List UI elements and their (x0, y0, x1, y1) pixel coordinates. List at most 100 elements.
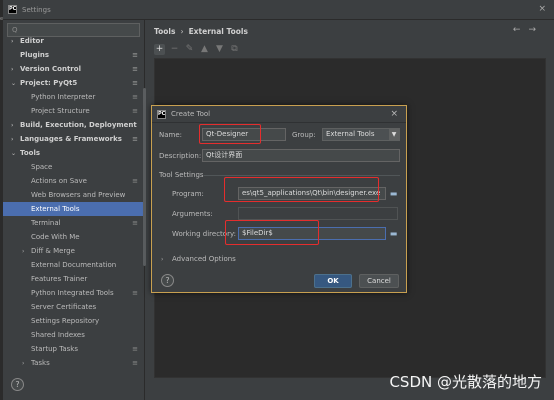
chevron-right-icon[interactable]: › (11, 136, 13, 143)
sidebar-item-label: Editor (20, 37, 44, 45)
breadcrumb-current: External Tools (188, 27, 248, 36)
breadcrumb-separator: › (180, 27, 184, 36)
sidebar-item[interactable]: Space (3, 160, 144, 174)
dialog-close-icon[interactable]: × (390, 109, 398, 119)
sidebar-item-label: Version Control (20, 65, 81, 73)
project-settings-icon: ≡ (132, 177, 138, 185)
sidebar-item[interactable]: Plugins ≡ (3, 48, 144, 62)
group-value: External Tools (326, 130, 375, 138)
chevron-down-icon[interactable]: ⌄ (11, 150, 16, 157)
sidebar-item[interactable]: Python Integrated Tools ≡ (3, 286, 144, 300)
move-down-button[interactable]: ▼ (214, 44, 225, 55)
chevron-right-icon[interactable]: › (11, 66, 13, 73)
add-tool-button[interactable]: + (154, 44, 165, 55)
move-up-button[interactable]: ▲ (199, 44, 210, 55)
project-settings-icon: ≡ (132, 289, 138, 297)
project-settings-icon: ≡ (132, 219, 138, 227)
working-directory-field[interactable]: $FileDir$ (238, 227, 386, 240)
sidebar-item[interactable]: Settings Repository (3, 314, 144, 328)
program-field[interactable]: es\qt5_applications\Qt\bin\designer.exe (238, 187, 386, 200)
sidebar-item[interactable]: › Build, Execution, Deployment (3, 118, 144, 132)
group-divider (204, 175, 400, 176)
sidebar-item-label: Space (31, 163, 53, 171)
sidebar-item[interactable]: ⌄ Project: PyQt5 ≡ (3, 76, 144, 90)
window-title: Settings (22, 5, 51, 14)
copy-tool-button[interactable]: ⧉ (229, 44, 240, 55)
sidebar-item[interactable]: Features Trainer (3, 272, 144, 286)
sidebar-item[interactable]: › Diff & Merge (3, 244, 144, 258)
sidebar-item-label: Web Browsers and Preview (31, 191, 126, 199)
sidebar-item[interactable]: Web Browsers and Preview (3, 188, 144, 202)
chevron-down-icon[interactable]: ⌄ (11, 80, 16, 87)
sidebar-item[interactable]: Terminal ≡ (3, 216, 144, 230)
sidebar-item[interactable]: Actions on Save ≡ (3, 174, 144, 188)
sidebar-item-label: Terminal (31, 219, 61, 227)
sidebar-item-label: Actions on Save (31, 177, 87, 185)
pycharm-logo-icon: PC (8, 5, 17, 14)
chevron-right-icon[interactable]: › (11, 38, 13, 45)
sidebar-item[interactable]: Python Interpreter ≡ (3, 90, 144, 104)
dialog-help-icon[interactable]: ? (161, 274, 174, 287)
advanced-options-toggle[interactable]: Advanced Options (172, 255, 236, 263)
cancel-button[interactable]: Cancel (359, 274, 399, 288)
tools-toolbar: + − ✎ ▲ ▼ ⧉ (154, 44, 240, 55)
chevron-right-icon[interactable]: › (22, 360, 24, 367)
sidebar-item[interactable]: › Editor (3, 34, 144, 48)
sidebar-item-label: Python Interpreter (31, 93, 96, 101)
group-select[interactable]: External Tools ▼ (322, 128, 400, 141)
tool-settings-label: Tool Settings (159, 171, 204, 179)
arguments-field[interactable] (238, 207, 398, 220)
back-arrow-icon[interactable]: ← (513, 25, 529, 35)
sidebar-item-label: Project: PyQt5 (20, 79, 78, 87)
program-label: Program: (172, 190, 204, 198)
sidebar-item[interactable]: External Documentation (3, 258, 144, 272)
browse-program-icon[interactable]: ▬ (388, 188, 399, 199)
chevron-right-icon[interactable]: › (11, 122, 13, 129)
create-tool-dialog: PC Create Tool × Name: Qt-Designer Group… (151, 105, 407, 293)
sidebar-item-label: Code With Me (31, 233, 80, 241)
sidebar-item[interactable]: › Languages & Frameworks ≡ (3, 132, 144, 146)
chevron-right-icon[interactable]: › (22, 248, 24, 255)
edit-tool-button[interactable]: ✎ (184, 44, 195, 55)
name-field[interactable]: Qt-Designer (202, 128, 286, 141)
sidebar-item[interactable]: Server Certificates (3, 300, 144, 314)
pycharm-logo-icon: PC (157, 109, 166, 119)
description-label: Description: (159, 152, 202, 160)
sidebar-item-label: Tasks (31, 359, 50, 367)
dialog-title: Create Tool (171, 110, 211, 118)
chevron-down-icon: ▼ (389, 129, 399, 140)
title-bar: PC Settings × (3, 0, 554, 20)
sidebar-item-label: Tools (20, 149, 41, 157)
sidebar-item-label: Diff & Merge (31, 247, 75, 255)
sidebar-item[interactable]: Code With Me (3, 230, 144, 244)
dialog-title-bar: PC Create Tool × (152, 106, 406, 123)
help-icon[interactable]: ? (11, 378, 24, 391)
sidebar-item-label: Python Integrated Tools (31, 289, 114, 297)
ok-button[interactable]: OK (314, 274, 352, 288)
remove-tool-button[interactable]: − (169, 44, 180, 55)
window-close-icon[interactable]: × (538, 4, 546, 14)
arguments-label: Arguments: (172, 210, 213, 218)
sidebar-item-label: Features Trainer (31, 275, 88, 283)
description-field[interactable]: Qt设计界面 (202, 149, 400, 162)
forward-arrow-icon[interactable]: → (528, 25, 544, 35)
browse-directory-icon[interactable]: ▬ (388, 228, 399, 239)
search-icon: Q (12, 26, 18, 34)
sidebar-item[interactable]: › Tasks ≡ (3, 356, 144, 370)
sidebar-item[interactable]: Shared Indexes (3, 328, 144, 342)
project-settings-icon: ≡ (132, 107, 138, 115)
project-settings-icon: ≡ (132, 65, 138, 73)
group-label: Group: (292, 131, 316, 139)
nav-arrows: ←→ (513, 25, 544, 35)
sidebar-item-label: Languages & Frameworks (20, 135, 122, 143)
sidebar-item[interactable]: Startup Tasks ≡ (3, 342, 144, 356)
sidebar-item[interactable]: › Version Control ≡ (3, 62, 144, 76)
sidebar-item-label: Project Structure (31, 107, 90, 115)
watermark-text: CSDN @光散落的地方 (389, 373, 542, 391)
sidebar-item[interactable]: Project Structure ≡ (3, 104, 144, 118)
expand-arrow-icon[interactable]: › (161, 256, 163, 263)
project-settings-icon: ≡ (132, 359, 138, 367)
sidebar-item[interactable]: External Tools (3, 202, 144, 216)
breadcrumb-parent[interactable]: Tools (154, 27, 175, 36)
sidebar-item[interactable]: ⌄ Tools (3, 146, 144, 160)
